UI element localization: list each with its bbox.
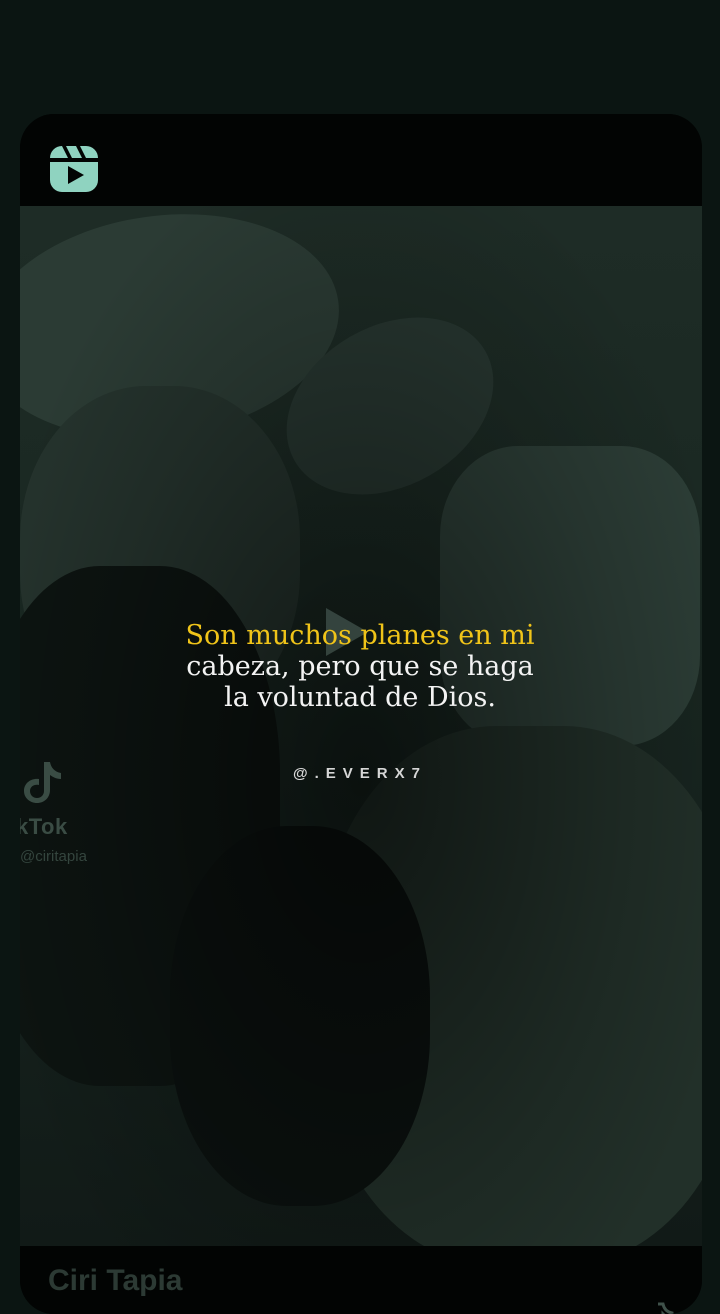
caption-text: Son muchos planes en mi cabeza, pero que… — [0, 620, 720, 713]
reels-icon — [50, 146, 98, 192]
watermark-brand: kTok — [20, 814, 68, 839]
profile-icon — [695, 1305, 702, 1314]
caption-line-3: la voluntad de Dios. — [224, 682, 496, 713]
reel-card: kTok @ciritapia Ciri Tapia — [20, 114, 702, 1314]
author-name[interactable]: Ciri Tapia — [48, 1264, 182, 1298]
footer-icons — [658, 1302, 702, 1314]
caption-line-2: cabeza, pero que se haga — [186, 651, 534, 682]
card-header — [20, 114, 702, 206]
caption-highlight-line: Son muchos planes en mi — [185, 620, 535, 651]
watermark-handle: @ciritapia — [20, 848, 87, 865]
tiktok-icon — [658, 1302, 674, 1314]
video-frame[interactable]: kTok @ciritapia — [20, 206, 702, 1246]
credit-handle: @.EVERX7 — [293, 765, 427, 782]
